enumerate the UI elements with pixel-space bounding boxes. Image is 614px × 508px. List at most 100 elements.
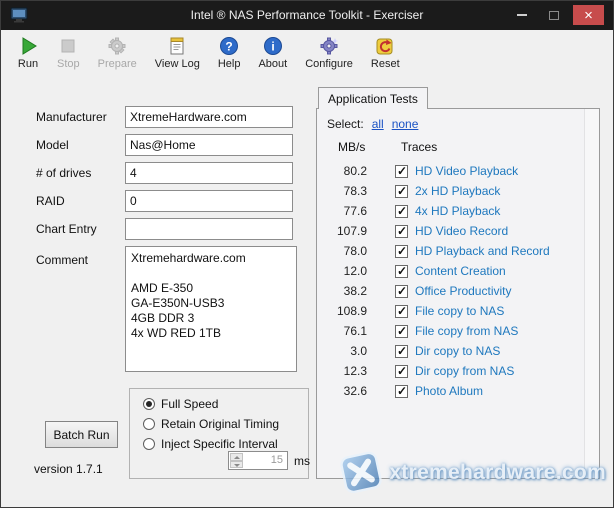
tests-panel: Select: all none MB/s Traces 80.2HD Vide… [316,108,600,479]
test-trace-label: File copy from NAS [415,324,518,338]
test-checkbox[interactable] [395,245,408,258]
chart-entry-input[interactable] [125,218,293,240]
test-mbs: 12.0 [323,264,367,278]
test-trace-label: 4x HD Playback [415,204,500,218]
window-controls: × [509,5,604,25]
test-row: 76.1 File copy from NAS [317,321,583,341]
test-mbs: 38.2 [323,284,367,298]
traces-column-header: Traces [401,140,437,154]
interval-spinner: 15 [228,451,288,470]
run-icon [17,35,39,57]
radio-inject-specific-interval[interactable]: Inject Specific Interval [143,436,278,452]
test-trace-label: HD Video Record [415,224,508,238]
test-checkbox[interactable] [395,265,408,278]
stop-icon [57,35,79,57]
test-row: 108.9 File copy to NAS [317,301,583,321]
test-row: 107.9HD Video Record [317,221,583,241]
titlebar: Intel ® NAS Performance Toolkit - Exerci… [1,1,613,30]
model-label: Model [36,134,69,156]
app-window: Intel ® NAS Performance Toolkit - Exerci… [0,0,614,508]
batch-run-button[interactable]: Batch Run [45,421,118,448]
stop-button: Stop [51,33,86,72]
test-trace-label: Photo Album [415,384,483,398]
test-rows: 80.2HD Video Playback 78.32x HD Playback… [317,161,583,401]
test-row: 78.32x HD Playback [317,181,583,201]
test-mbs: 80.2 [323,164,367,178]
test-checkbox[interactable] [395,165,408,178]
about-info-icon: i [262,35,284,57]
test-checkbox[interactable] [395,345,408,358]
test-checkbox[interactable] [395,285,408,298]
test-trace-label: File copy to NAS [415,304,504,318]
about-button[interactable]: i About [252,33,293,72]
mbs-column-header: MB/s [338,140,365,154]
configure-button[interactable]: Configure [299,33,359,72]
reset-icon [374,35,396,57]
test-checkbox[interactable] [395,325,408,338]
test-checkbox[interactable] [395,225,408,238]
drives-label: # of drives [36,162,91,184]
test-mbs: 3.0 [323,344,367,358]
minimize-button[interactable] [509,5,535,25]
test-checkbox[interactable] [395,205,408,218]
radio-retain-original-timing[interactable]: Retain Original Timing [143,416,279,432]
test-row: 12.0Content Creation [317,261,583,281]
help-icon: ? [218,35,240,57]
test-checkbox[interactable] [395,305,408,318]
svg-text:i: i [271,40,274,54]
test-mbs: 108.9 [323,304,367,318]
configure-gear-icon [318,35,340,57]
prepare-button: Prepare [92,33,143,72]
test-row: 80.2HD Video Playback [317,161,583,181]
spinner-arrows [230,453,243,468]
list-headers: MB/s Traces [317,140,599,156]
help-button[interactable]: ? Help [212,33,247,72]
test-mbs: 32.6 [323,384,367,398]
run-button[interactable]: Run [11,33,45,72]
model-input[interactable] [125,134,293,156]
test-checkbox[interactable] [395,185,408,198]
view-log-icon [166,35,188,57]
test-checkbox[interactable] [395,385,408,398]
close-button[interactable]: × [573,5,604,25]
interval-row: 15 ms [228,451,310,470]
comment-input[interactable]: Xtremehardware.com AMD E-350 GA-E350N-US… [125,246,297,372]
chart-entry-field: Chart Entry [36,218,306,240]
manufacturer-field: Manufacturer [36,106,306,128]
tab-application-tests[interactable]: Application Tests [318,87,428,109]
test-trace-label: Office Productivity [415,284,511,298]
maximize-button[interactable] [541,5,567,25]
reset-button[interactable]: Reset [365,33,406,72]
test-trace-label: HD Playback and Record [415,244,550,258]
drives-input[interactable] [125,162,293,184]
manufacturer-input[interactable] [125,106,293,128]
test-mbs: 77.6 [323,204,367,218]
select-all-link[interactable]: all [372,117,384,131]
test-row: 77.6 4x HD Playback [317,201,583,221]
raid-input[interactable] [125,190,293,212]
radio-full-speed[interactable]: Full Speed [143,396,218,412]
test-mbs: 76.1 [323,324,367,338]
radio-icon [143,398,155,410]
version-label: version 1.7.1 [34,462,103,476]
raid-label: RAID [36,190,65,212]
test-mbs: 78.3 [323,184,367,198]
select-none-link[interactable]: none [392,117,419,131]
maximize-icon [549,11,559,20]
test-row: 78.0 HD Playback and Record [317,241,583,261]
test-mbs: 78.0 [323,244,367,258]
select-row: Select: all none [327,117,418,131]
test-checkbox[interactable] [395,365,408,378]
speed-options-group: Full Speed Retain Original Timing Inject… [129,388,309,479]
tests-scrollbar[interactable] [584,109,599,478]
spinner-up-icon[interactable] [230,453,243,461]
spinner-down-icon[interactable] [230,461,243,469]
radio-icon [143,418,155,430]
toolbar: Run Stop Prepare [1,30,613,79]
prepare-gear-icon [106,35,128,57]
radio-icon [143,438,155,450]
test-row: 38.2 Office Productivity [317,281,583,301]
interval-unit-label: ms [294,454,310,468]
view-log-button[interactable]: View Log [149,33,206,72]
select-label: Select: [327,117,364,131]
